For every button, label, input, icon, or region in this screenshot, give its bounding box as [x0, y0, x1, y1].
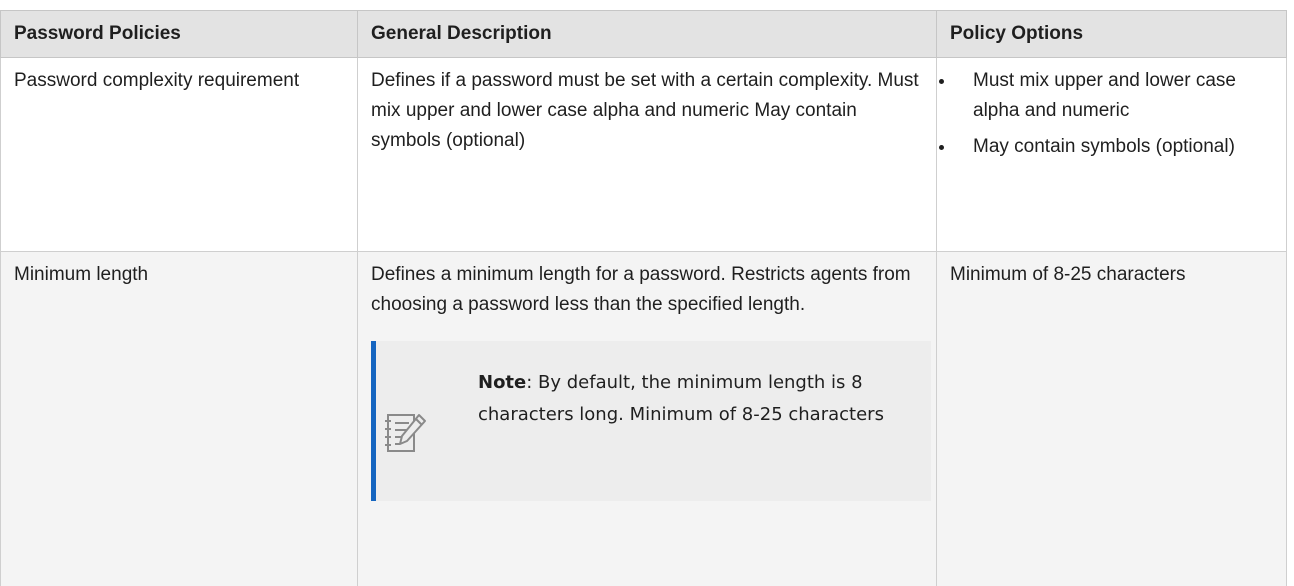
- options-cell: Must mix upper and lower case alpha and …: [936, 57, 1287, 252]
- list-item: Must mix upper and lower case alpha and …: [937, 66, 1273, 126]
- note-edit-icon: [385, 414, 426, 452]
- bullet-icon: [939, 79, 944, 84]
- header-password-policies: Password Policies: [0, 10, 358, 58]
- option-text: May contain symbols (optional): [973, 136, 1235, 157]
- table-row: Password complexity requirement Defines …: [0, 57, 1287, 252]
- header-general-description: General Description: [357, 10, 937, 58]
- description-cell: Defines if a password must be set with a…: [357, 57, 937, 252]
- note-text: Note: By default, the minimum length is …: [478, 367, 927, 431]
- table-row: Minimum length Defines a minimum length …: [0, 251, 1287, 586]
- note-body: : By default, the minimum length is 8 ch…: [478, 372, 884, 425]
- option-text: Must mix upper and lower case alpha and …: [973, 70, 1236, 121]
- note-callout: Note: By default, the minimum length is …: [371, 341, 931, 501]
- options-list: Must mix upper and lower case alpha and …: [937, 66, 1273, 162]
- description-text: Defines a minimum length for a password.…: [371, 264, 911, 315]
- header-policy-options: Policy Options: [936, 10, 1287, 58]
- table-header-row: Password Policies General Description Po…: [0, 10, 1287, 58]
- options-cell: Minimum of 8-25 characters: [936, 251, 1287, 586]
- note-label: Note: [478, 372, 527, 393]
- policy-name-cell: Password complexity requirement: [0, 57, 358, 252]
- bullet-icon: [939, 145, 944, 150]
- list-item: May contain symbols (optional): [937, 132, 1273, 162]
- password-policy-table: Password Policies General Description Po…: [0, 10, 1287, 586]
- policy-name-cell: Minimum length: [0, 251, 358, 586]
- description-cell: Defines a minimum length for a password.…: [357, 251, 937, 586]
